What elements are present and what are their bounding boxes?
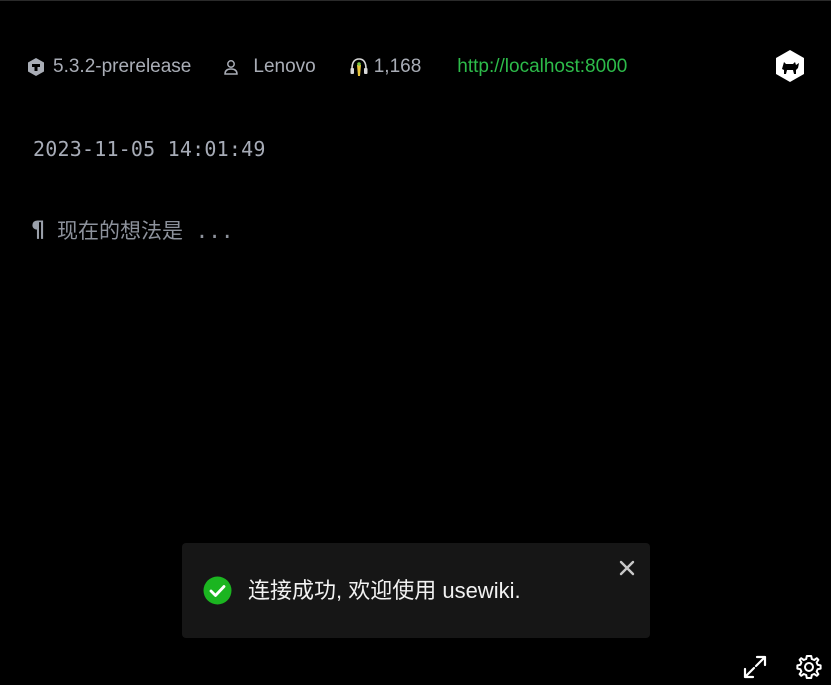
- version-label: 5.3.2-prerelease: [53, 56, 192, 77]
- user-name: Lenovo: [253, 56, 316, 77]
- close-icon[interactable]: [616, 557, 638, 579]
- tiddler-count: 1,168: [348, 55, 422, 79]
- timestamp: 2023-11-05 14:01:49: [33, 137, 266, 161]
- gear-icon[interactable]: [795, 653, 823, 681]
- toast-message: 连接成功, 欢迎使用 usewiki.: [248, 578, 521, 603]
- thought-input-placeholder[interactable]: 现在的想法是 ...: [57, 215, 234, 245]
- thought-input[interactable]: ¶ 现在的想法是 ...: [31, 215, 234, 245]
- headset-icon: [348, 55, 370, 79]
- server-url-link[interactable]: http://localhost:8000: [457, 56, 627, 78]
- user-icon: [223, 58, 239, 76]
- tiddlywiki-cat-logo-icon[interactable]: [774, 49, 806, 83]
- expand-icon[interactable]: [742, 654, 768, 680]
- pilcrow-icon: ¶: [31, 217, 45, 243]
- check-circle-icon: [203, 576, 232, 605]
- status-bar: 5.3.2-prerelease Lenovo 1,168 http://loc…: [26, 54, 627, 80]
- count-value: 1,168: [373, 56, 422, 77]
- cube-logo-icon: [26, 57, 46, 77]
- user-info: Lenovo: [223, 56, 316, 78]
- notification-toast: 连接成功, 欢迎使用 usewiki.: [182, 543, 650, 638]
- server-url[interactable]: http://localhost:8000: [457, 56, 627, 78]
- version-info: 5.3.2-prerelease: [26, 56, 191, 78]
- app-window: 5.3.2-prerelease Lenovo 1,168 http://loc…: [0, 0, 831, 685]
